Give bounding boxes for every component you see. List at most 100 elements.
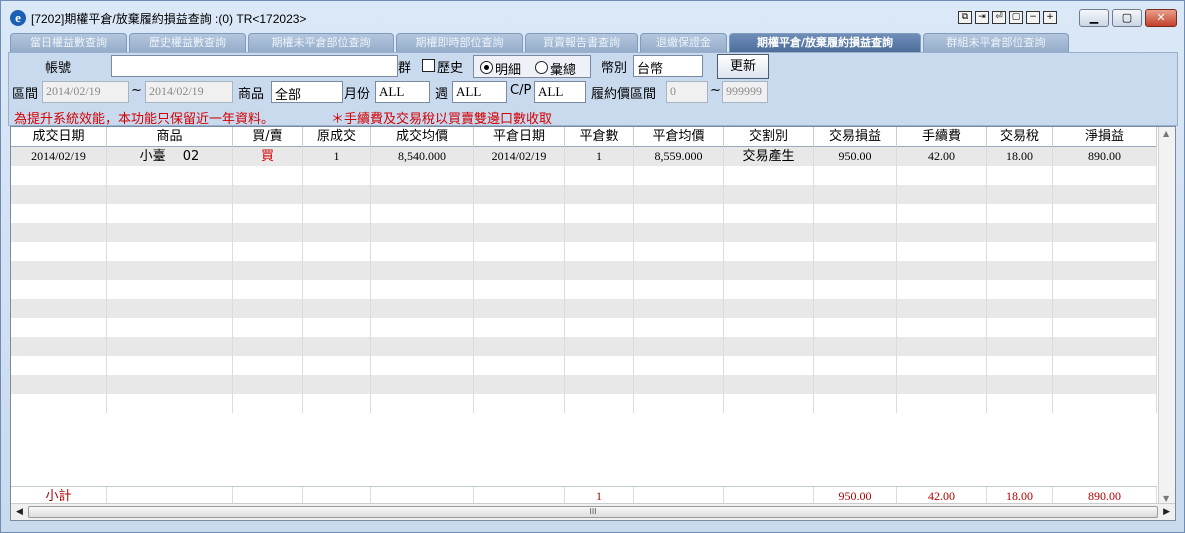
- table-row[interactable]: [11, 375, 1157, 394]
- cp-select[interactable]: ALL: [534, 81, 586, 103]
- scroll-down-icon[interactable]: ▼: [1163, 494, 1169, 503]
- column-header-orig-qty[interactable]: 原成交: [303, 127, 371, 147]
- column-header-tax[interactable]: 交易稅: [987, 127, 1053, 147]
- cell-settle-type: [724, 223, 814, 242]
- cell-net-pnl: 890.00: [1053, 147, 1157, 166]
- table-row[interactable]: [11, 166, 1157, 185]
- cell-fee: [897, 261, 987, 280]
- return-icon[interactable]: ⏎: [992, 11, 1006, 24]
- cell-orig-qty: [303, 185, 371, 204]
- detail-radio[interactable]: [480, 61, 493, 74]
- column-header-buy-sell[interactable]: 買/賣: [233, 127, 303, 147]
- scroll-right-icon[interactable]: ▶: [1163, 507, 1170, 517]
- pnl-table[interactable]: 成交日期 商品 買/賣 原成交 成交均價 平倉日期 平倉數 平倉均價 交割別 交易損益 手續費 交易稅…: [10, 126, 1176, 521]
- column-header-fee[interactable]: 手續費: [897, 127, 987, 147]
- column-header-net-pnl[interactable]: 淨損益: [1053, 127, 1157, 147]
- table-row[interactable]: [11, 204, 1157, 223]
- cell-close-avg-price: [634, 394, 724, 413]
- close-button[interactable]: ✕: [1145, 9, 1177, 27]
- strike-to-input[interactable]: 999999: [722, 81, 768, 103]
- cell-fee: [897, 356, 987, 375]
- table-row[interactable]: [11, 356, 1157, 375]
- table-row[interactable]: [11, 318, 1157, 337]
- month-label: 月份: [344, 87, 371, 102]
- scroll-left-icon[interactable]: ◀: [16, 507, 23, 517]
- month-select[interactable]: ALL: [375, 81, 430, 103]
- cell-trade-date: [11, 356, 107, 375]
- cell-tax: [987, 299, 1053, 318]
- cell-settle-type: [724, 280, 814, 299]
- cell-avg-price: [371, 356, 474, 375]
- tab-trade-report[interactable]: 買賣報告書查詢: [525, 33, 638, 52]
- column-header-product[interactable]: 商品: [107, 127, 233, 147]
- date-from-input[interactable]: 2014/02/19: [42, 81, 129, 103]
- table-row[interactable]: [11, 394, 1157, 413]
- table-row[interactable]: [11, 185, 1157, 204]
- table-row[interactable]: 2014/02/19 小臺 02 買 1 8,540.000 2014/02/19 1 8,5…: [11, 147, 1157, 166]
- date-to-input[interactable]: 2014/02/19: [145, 81, 233, 103]
- cell-net-pnl: [1053, 375, 1157, 394]
- cell-trade-pnl: [814, 242, 897, 261]
- table-row[interactable]: [11, 242, 1157, 261]
- cell-fee: [897, 318, 987, 337]
- table-row[interactable]: [11, 337, 1157, 356]
- tab-history-equity[interactable]: 歷史權益數查詢: [129, 33, 246, 52]
- maximize-button[interactable]: ▢: [1112, 9, 1142, 27]
- table-row[interactable]: [11, 223, 1157, 242]
- scroll-up-icon[interactable]: ▲: [1163, 129, 1169, 138]
- tile-icon[interactable]: ⧉: [958, 11, 972, 24]
- cell-net-pnl: [1053, 223, 1157, 242]
- tab-realtime-positions[interactable]: 期權即時部位查詢: [396, 33, 523, 52]
- vertical-scrollbar[interactable]: ▲ ▼: [1158, 127, 1175, 505]
- cell-product: [107, 185, 233, 204]
- summary-radio[interactable]: [535, 61, 548, 74]
- export-icon[interactable]: ⇥: [975, 11, 989, 24]
- table-row[interactable]: [11, 261, 1157, 280]
- cell-close-date: [474, 337, 565, 356]
- horizontal-scrollbar[interactable]: ◀ III ▶: [11, 503, 1175, 520]
- cell-settle-type: [724, 337, 814, 356]
- frame-icon[interactable]: ▢: [1009, 11, 1023, 24]
- cell-settle-type: [724, 204, 814, 223]
- tab-open-positions[interactable]: 期權未平倉部位查詢: [248, 33, 394, 52]
- tab-closing-pnl[interactable]: 期權平倉/放棄履約損益查詢: [729, 33, 921, 52]
- tab-group-positions[interactable]: 群組未平倉部位查詢: [923, 33, 1069, 52]
- minimize-button[interactable]: ▁: [1079, 9, 1109, 27]
- cell-close-qty: [565, 223, 634, 242]
- horizontal-scroll-thumb[interactable]: III: [28, 506, 1158, 518]
- column-header-avg-price[interactable]: 成交均價: [371, 127, 474, 147]
- shrink-icon[interactable]: −: [1026, 11, 1040, 24]
- history-checkbox[interactable]: [422, 59, 435, 72]
- cell-tax: [987, 375, 1053, 394]
- column-header-close-qty[interactable]: 平倉數: [565, 127, 634, 147]
- table-row[interactable]: [11, 299, 1157, 318]
- cell-tax: [987, 166, 1053, 185]
- cell-trade-pnl: [814, 280, 897, 299]
- group-label[interactable]: 群: [398, 57, 411, 76]
- column-header-trade-date[interactable]: 成交日期: [11, 127, 107, 147]
- cell-tax: [987, 261, 1053, 280]
- week-select[interactable]: ALL: [452, 81, 507, 103]
- tab-margin-return[interactable]: 退繳保證金: [640, 33, 727, 52]
- title-bar[interactable]: e [7202]期權平倉/放棄履約損益查詢 :(0) TR<172023> ⧉ …: [1, 1, 1184, 32]
- column-header-close-avg-price[interactable]: 平倉均價: [634, 127, 724, 147]
- currency-select[interactable]: 台幣: [633, 55, 703, 77]
- cell-fee: [897, 223, 987, 242]
- expand-icon[interactable]: +: [1043, 11, 1057, 24]
- account-input[interactable]: [111, 55, 398, 77]
- cell-trade-date: [11, 166, 107, 185]
- column-header-close-date[interactable]: 平倉日期: [474, 127, 565, 147]
- product-select[interactable]: 全部: [271, 81, 343, 103]
- cell-settle-type: [724, 394, 814, 413]
- table-row[interactable]: [11, 280, 1157, 299]
- history-label: 歷史: [437, 61, 464, 76]
- column-header-settle-type[interactable]: 交割別: [724, 127, 814, 147]
- column-header-trade-pnl[interactable]: 交易損益: [814, 127, 897, 147]
- tab-daily-equity[interactable]: 當日權益數查詢: [10, 33, 127, 52]
- cell-close-avg-price: [634, 375, 724, 394]
- refresh-button[interactable]: 更新: [717, 54, 769, 79]
- strike-from-input[interactable]: 0: [666, 81, 708, 103]
- cell-orig-qty: [303, 261, 371, 280]
- cell-tax: [987, 242, 1053, 261]
- currency-label: 幣別: [601, 61, 628, 76]
